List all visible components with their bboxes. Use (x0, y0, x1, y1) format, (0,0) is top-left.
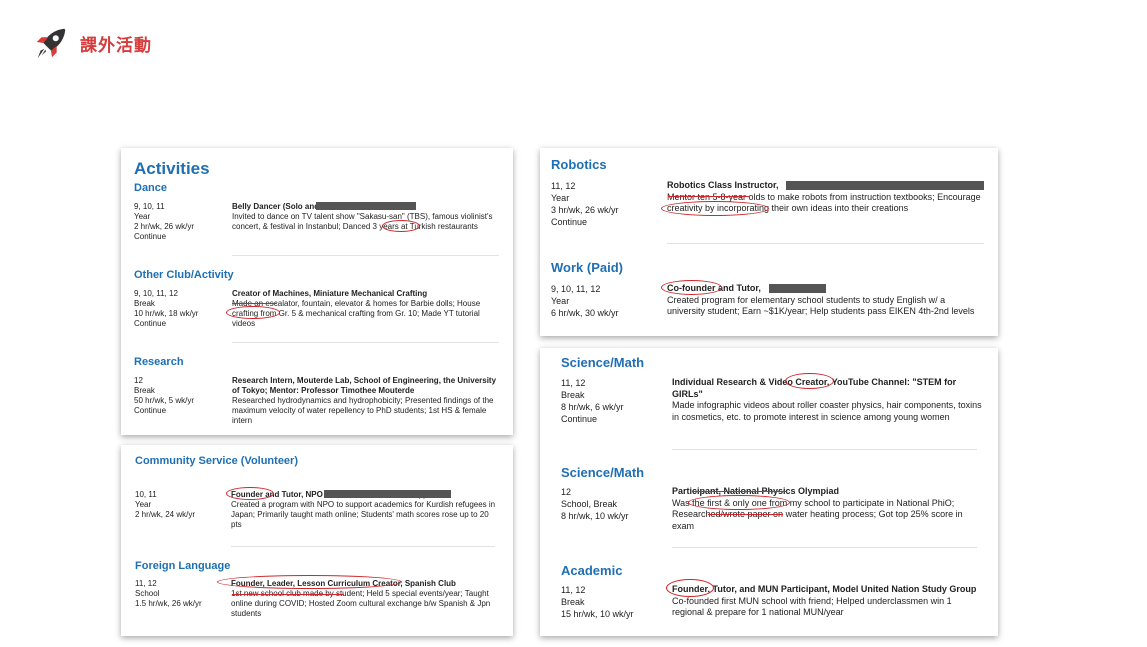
robotics-card: Robotics 11, 12 Year 3 hr/wk, 26 wk/yr C… (540, 148, 998, 336)
research-heading: Research (134, 356, 184, 368)
redaction-bar (316, 202, 416, 210)
highlight-circle (785, 373, 834, 389)
community-body: Created a program with NPO to support ac… (231, 500, 496, 529)
volunteer-card: Community Service (Volunteer) 10, 11 Yea… (121, 445, 513, 636)
sci2-meta: 12 School, Break 8 hr/wk, 10 wk/yr (561, 487, 629, 521)
redaction-bar (769, 284, 826, 293)
research-meta: 12 Break 50 hr/wk, 5 wk/yr Continue (134, 376, 195, 415)
research-body: Researched hydrodynamics and hydrophobic… (232, 396, 494, 425)
club-heading: Other Club/Activity (134, 269, 234, 281)
community-meta: 10, 11 Year 2 hr/wk, 24 wk/yr (135, 490, 196, 519)
work-body: Created program for elementary school st… (667, 294, 975, 317)
research-role: Research Intern, Mouterde Lab, School of… (232, 376, 497, 395)
work-meta: 9, 10, 11, 12 Year 6 hr/wk, 30 wk/yr (551, 284, 619, 318)
highlight-circle (688, 495, 790, 510)
divider (672, 547, 977, 548)
strike-line (708, 514, 783, 515)
academic-heading: Academic (561, 563, 623, 578)
rocket-icon (36, 28, 66, 59)
community-heading: Community Service (Volunteer) (135, 455, 298, 467)
sci1-heading: Science/Math (561, 355, 645, 370)
dance-meta: 9, 10, 11 Year 2 hr/wk, 26 wk/yr Continu… (134, 202, 195, 241)
academic-description: Founder, Tutor, and MUN Participant, Mod… (672, 584, 982, 619)
highlight-circle (226, 487, 274, 500)
divider (232, 255, 499, 256)
academic-meta: 11, 12 Break 15 hr/wk, 10 wk/yr (561, 585, 634, 619)
strike-line (692, 491, 787, 492)
highlight-circle (661, 280, 722, 295)
highlight-circle (382, 220, 420, 232)
highlight-circle (217, 575, 402, 589)
sci2-heading: Science/Math (561, 465, 645, 480)
strike-line (668, 196, 750, 197)
redaction-bar (324, 490, 451, 498)
dance-heading: Dance (134, 182, 168, 194)
research-description: Research Intern, Mouterde Lab, School of… (232, 376, 500, 426)
highlight-circle (661, 201, 769, 216)
activities-card: Activities Dance 9, 10, 11 Year 2 hr/wk,… (121, 148, 513, 435)
robotics-meta: 11, 12 Year 3 hr/wk, 26 wk/yr Continue (551, 181, 619, 227)
highlight-circle (666, 579, 714, 597)
divider (232, 342, 499, 343)
page-header: 課外活動 (32, 24, 152, 62)
academic-role: Founder, Tutor, and MUN Participant, Mod… (672, 584, 977, 594)
academic-body: Co-founded first MUN school with friend;… (672, 595, 952, 618)
club-role: Creator of Machines, Miniature Mechanica… (232, 289, 428, 298)
divider (667, 243, 984, 244)
redaction-bar (786, 181, 984, 190)
sci1-body: Made infographic videos about roller coa… (672, 400, 982, 422)
language-heading: Foreign Language (135, 560, 231, 572)
club-meta: 9, 10, 11, 12 Break 10 hr/wk, 18 wk/yr C… (134, 289, 199, 328)
divider (672, 449, 977, 450)
page-title: 課外活動 (80, 35, 152, 56)
dance-body: Invited to dance on TV talent show "Saka… (232, 212, 493, 231)
strike-line (232, 594, 344, 595)
science-card: Science/Math 11, 12 Break 8 hr/wk, 6 wk/… (540, 348, 998, 636)
strike-line (232, 303, 277, 304)
divider (231, 546, 495, 547)
activities-title: Activities (134, 159, 210, 178)
work-heading: Work (Paid) (551, 260, 623, 275)
language-meta: 11, 12 School 1.5 hr/wk, 26 wk/yr (135, 579, 202, 608)
highlight-circle (226, 306, 280, 319)
sci1-meta: 11, 12 Break 8 hr/wk, 6 wk/yr Continue (561, 378, 624, 424)
robotics-heading: Robotics (551, 157, 607, 172)
